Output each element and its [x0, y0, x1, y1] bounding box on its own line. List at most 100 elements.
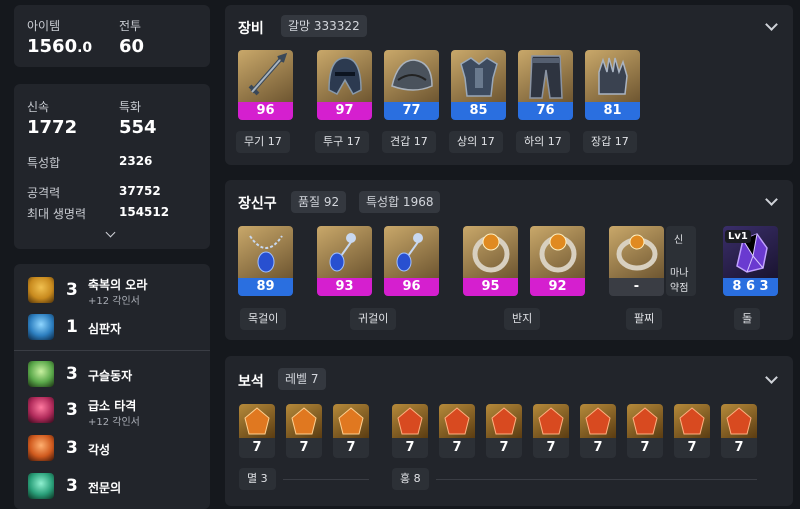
gem-level: 7: [734, 440, 744, 455]
equipment-pants[interactable]: 76: [518, 50, 573, 120]
gem-annihilation[interactable]: 7: [239, 404, 275, 458]
gem-level: 7: [546, 440, 556, 455]
accessory-quality: -: [609, 278, 664, 296]
necklace-icon: [238, 226, 293, 278]
stone-engraving-values: 8 6 3: [723, 278, 778, 296]
combat-level-label: 전투: [119, 19, 142, 33]
gem-annihilation[interactable]: 7: [333, 404, 369, 458]
engraving-sub: +12 각인서: [88, 296, 140, 307]
engraving-icon: [28, 397, 54, 423]
equipment-helmet[interactable]: 97: [317, 50, 372, 120]
engraving-level: 3: [66, 280, 78, 300]
engraving-icon: [28, 361, 54, 387]
gem-crimson[interactable]: 7: [486, 404, 522, 458]
necklace-label: 목걸이: [240, 308, 287, 330]
hp-label: 최대 생명력: [27, 207, 87, 221]
hp-value: 154512: [119, 205, 170, 219]
equipment-shoulder[interactable]: 77: [384, 50, 439, 120]
gem-level: 7: [640, 440, 650, 455]
accessory-bracelet[interactable]: -: [609, 226, 664, 296]
gem-icon: [439, 404, 475, 438]
item-level-value: 1560.0: [27, 36, 93, 57]
gem-crimson[interactable]: 7: [674, 404, 710, 458]
accessory-quality-chip: 품질 92: [291, 191, 347, 213]
gem-level: 7: [346, 440, 356, 455]
accessory-earring-2[interactable]: 96: [384, 226, 439, 296]
swift-value: 1772: [27, 117, 78, 138]
item-level-label: 아이템: [27, 19, 61, 33]
equipment-gloves[interactable]: 81: [585, 50, 640, 120]
collapse-gems-chevron-icon[interactable]: [765, 371, 778, 384]
gem-crimson[interactable]: 7: [721, 404, 757, 458]
chest-icon: [451, 50, 506, 102]
gem-crimson[interactable]: 7: [533, 404, 569, 458]
bracelet-icon: [609, 226, 664, 278]
engravings-card: 3 축복의 오라 +12 각인서 1 심판자 3 구슬동자 3 급소 타격 +1…: [14, 264, 210, 509]
equipment-quality: 97: [317, 102, 372, 120]
gems-section: 보석 레벨 7 7 7 7 7 7 7 7 7 7 7 7 멸 3 홍 8: [225, 356, 793, 506]
accessory-ability-stone[interactable]: Lv1 8 6 3: [723, 226, 778, 296]
gem-icon: [239, 404, 275, 438]
stone-level-badge: Lv1: [725, 230, 751, 243]
gem-icon: [674, 404, 710, 438]
gem-icon: [486, 404, 522, 438]
annihilation-gem-count: 멸 3: [239, 468, 276, 490]
equipment-set-chip: 갈망 333322: [281, 15, 367, 37]
equipment-quality: 76: [518, 102, 573, 120]
gem-icon: [533, 404, 569, 438]
shoulder-icon: [384, 50, 439, 102]
gem-icon: [392, 404, 428, 438]
bracelet-tag: 신: [674, 235, 684, 246]
equipment-weapon[interactable]: 96: [238, 50, 293, 120]
bracelet-tag: 마나: [670, 268, 689, 279]
bracelet-tags: 신 마나 약점: [666, 226, 696, 296]
character-level-card: 아이템 1560.0 전투 60: [14, 5, 210, 67]
equipment-chest[interactable]: 85: [451, 50, 506, 120]
collapse-accessories-chevron-icon[interactable]: [765, 193, 778, 206]
gem-icon: [580, 404, 616, 438]
expand-stats-chevron-icon[interactable]: [105, 227, 116, 238]
gem-crimson[interactable]: 7: [392, 404, 428, 458]
gem-crimson[interactable]: 7: [627, 404, 663, 458]
accessory-quality: 96: [384, 278, 439, 296]
accessory-ring-1[interactable]: 95: [463, 226, 518, 296]
engraving-level: 3: [66, 364, 78, 384]
accessory-quality: 92: [530, 278, 585, 296]
equipment-quality: 85: [451, 102, 506, 120]
accessories-title: 장신구: [238, 196, 277, 212]
equipment-quality: 77: [384, 102, 439, 120]
gloves-icon: [585, 50, 640, 102]
equipment-label: 무기 17: [236, 131, 290, 153]
accessory-quality: 89: [238, 278, 293, 296]
attack-label: 공격력: [27, 186, 61, 200]
gem-icon: [333, 404, 369, 438]
accessory-earring-1[interactable]: 93: [317, 226, 372, 296]
crit-value: 554: [119, 117, 157, 138]
equipment-quality: 96: [238, 102, 293, 120]
gem-level: 7: [499, 440, 509, 455]
gem-level: 7: [299, 440, 309, 455]
gem-group-divider: [283, 479, 369, 480]
equipment-label: 상의 17: [449, 131, 503, 153]
collapse-equipment-chevron-icon[interactable]: [765, 18, 778, 31]
bracelet-label: 팔찌: [626, 308, 663, 330]
engraving-name: 전문의: [88, 481, 122, 495]
engraving-divider: [14, 350, 210, 351]
accessory-ring-2[interactable]: 92: [530, 226, 585, 296]
gem-crimson[interactable]: 7: [580, 404, 616, 458]
combat-stats-card: 신속 1772 특화 554 특성합 2326 공격력 37752 최대 생명력…: [14, 84, 210, 249]
earring-label: 귀걸이: [350, 308, 397, 330]
accessory-quality: 93: [317, 278, 372, 296]
gem-annihilation[interactable]: 7: [286, 404, 322, 458]
accessory-necklace[interactable]: 89: [238, 226, 293, 296]
engraving-level: 3: [66, 476, 78, 496]
engraving-level: 3: [66, 400, 78, 420]
trait-sum-value: 2326: [119, 154, 153, 168]
engraving-icon: [28, 435, 54, 461]
stone-label: 돌: [734, 308, 761, 330]
combat-level-value: 60: [119, 36, 145, 57]
engraving-icon: [28, 473, 54, 499]
gem-crimson[interactable]: 7: [439, 404, 475, 458]
engraving-icon: [28, 314, 54, 340]
gem-level: 7: [405, 440, 415, 455]
